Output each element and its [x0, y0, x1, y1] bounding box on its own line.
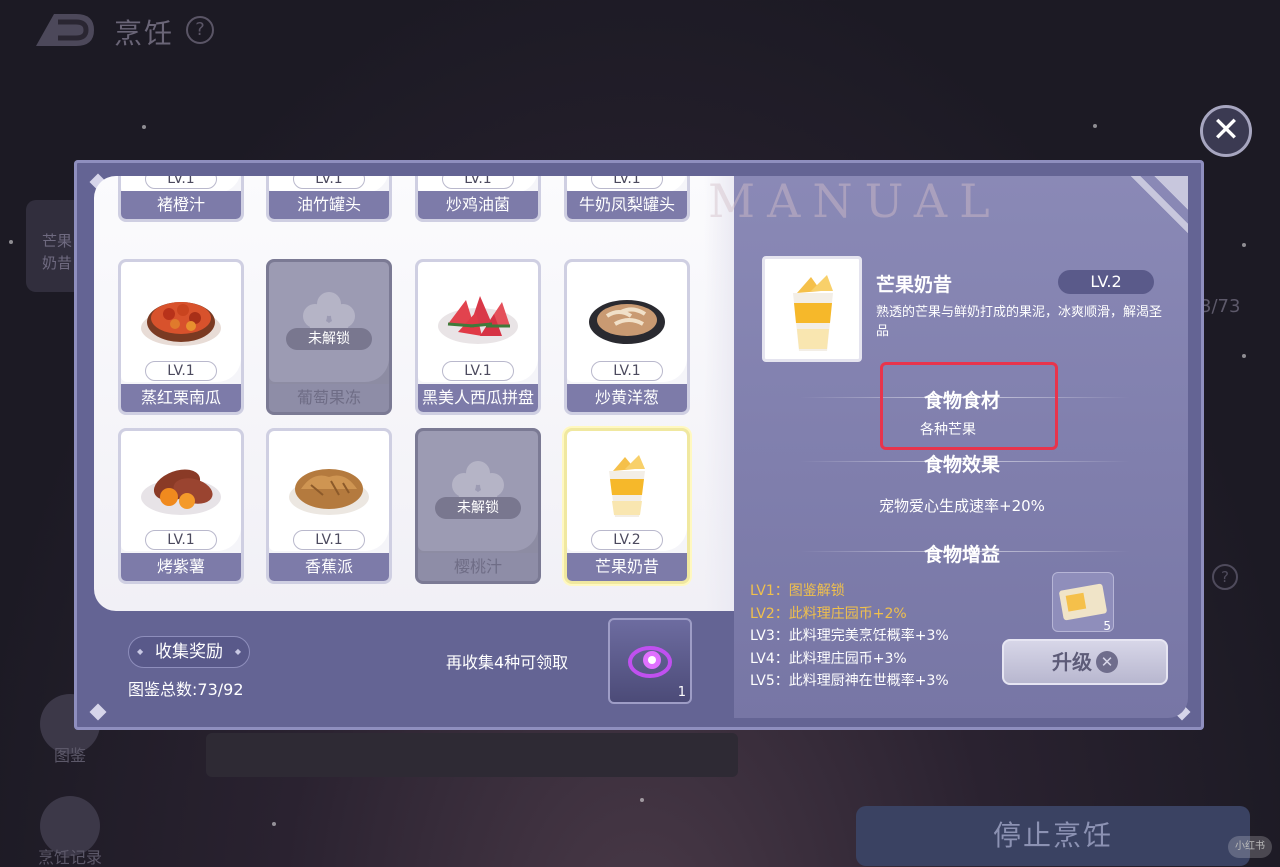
level-buff-line: LV2：此料理庄园币+2% — [750, 605, 907, 622]
level-buff-line: LV3：此料理完美烹饪概率+3% — [750, 628, 949, 644]
recipe-name: 香蕉派 — [269, 553, 389, 581]
recipe-level: LV.1 — [145, 361, 217, 381]
star — [1093, 124, 1097, 128]
level-buff-line: LV4：此料理庄园币+3% — [750, 650, 907, 667]
recipe-grid[interactable]: LV.1 褚橙汁 LV.1 油竹罐头 LV.1 炒鸡油菌 LV.1 牛奶凤梨罐头… — [94, 176, 734, 611]
recipe-level: LV.1 — [442, 176, 514, 189]
recipe-level: LV.2 — [591, 530, 663, 550]
fried-onion-dish-icon — [589, 300, 665, 344]
recipe-card[interactable]: LV.1 香蕉派 — [266, 428, 392, 584]
mango-milkshake-icon — [609, 455, 645, 517]
back-icon[interactable] — [34, 12, 96, 48]
locked-badge: 未解锁 — [286, 328, 372, 350]
recipe-card[interactable]: LV.1 炒黄洋葱 — [564, 259, 690, 415]
recipe-name: 樱桃汁 — [418, 553, 538, 581]
collection-hint: 再收集4种可领取 — [446, 653, 569, 672]
highlight-box — [880, 362, 1058, 450]
recipe-name: 蒸红栗南瓜 — [121, 384, 241, 412]
recipe-level: LV.1 — [591, 176, 663, 189]
upgrade-label: 升级 — [1052, 650, 1092, 674]
recipe-card[interactable]: LV.1 蒸红栗南瓜 — [118, 259, 244, 415]
recipe-card[interactable]: LV.1 炒鸡油菌 — [415, 176, 541, 222]
recipe-level: LV.1 — [591, 361, 663, 381]
level-buff-line: LV1：图鉴解锁 — [750, 583, 845, 599]
watermark: 小红书 — [1228, 836, 1272, 858]
purple-orb-icon — [628, 646, 672, 678]
recipe-name: 烤紫薯 — [121, 553, 241, 581]
star — [640, 798, 644, 802]
recipe-card-locked[interactable]: 未解锁 樱桃汁 — [415, 428, 541, 584]
upgrade-material-item[interactable]: 5 — [1052, 572, 1114, 633]
chestnut-pumpkin-dish-icon — [141, 302, 221, 346]
corner-stripe — [1116, 176, 1188, 240]
upgrade-material-count: 5 — [1103, 619, 1111, 633]
locked-badge: 未解锁 — [435, 497, 521, 519]
recipe-level: LV.1 — [145, 530, 217, 550]
buff-title: 食物增益 — [923, 544, 1000, 566]
reward-count: 1 — [677, 685, 686, 700]
recipe-card[interactable]: LV.1 黑美人西瓜拼盘 — [415, 259, 541, 415]
recipe-card-locked[interactable]: 未解锁 葡萄果冻 — [266, 259, 392, 415]
recipe-card[interactable]: LV.1 烤紫薯 — [118, 428, 244, 584]
recipe-detail-image — [762, 256, 862, 362]
background-bar — [206, 733, 738, 777]
recipe-detail-level: LV.2 — [1058, 270, 1154, 294]
handbook-label: 图鉴 — [54, 746, 87, 765]
recipe-card[interactable]: LV.1 牛奶凤梨罐头 — [564, 176, 690, 222]
recipe-name: 芒果奶昔 — [567, 553, 687, 581]
recipe-level: LV.1 — [145, 176, 217, 189]
close-button[interactable]: ✕ — [1200, 105, 1252, 157]
collection-reward-item[interactable]: 1 — [608, 618, 692, 704]
collection-reward-label: 收集奖励 — [128, 636, 250, 668]
watermelon-platter-icon — [438, 296, 518, 344]
upgrade-button[interactable]: 升级 ✕ — [1002, 639, 1168, 685]
manual-watermark: MANUAL — [708, 174, 1002, 228]
banana-pie-icon — [289, 469, 369, 515]
recipe-name: 油竹罐头 — [269, 191, 389, 219]
recipe-card[interactable]: LV.1 褚橙汁 — [118, 176, 244, 222]
recipe-name: 葡萄果冻 — [269, 384, 389, 412]
effect-value: 宠物爱心生成速率+20% — [879, 497, 1045, 515]
recipe-level: LV.1 — [442, 361, 514, 381]
cooking-record-label: 烹饪记录 — [38, 848, 103, 867]
recipe-name: 黑美人西瓜拼盘 — [418, 384, 538, 412]
background-collection-count: 3/73 — [1200, 296, 1241, 317]
star — [1242, 354, 1246, 358]
recipe-level: LV.1 — [293, 530, 365, 550]
recipe-detail-description: 熟透的芒果与鲜奶打成的果泥，冰爽顺滑，解渴圣品 — [876, 305, 1163, 339]
star — [1242, 243, 1246, 247]
help-icon[interactable]: ? — [186, 16, 214, 44]
stop-cooking-button[interactable]: 停止烹饪 — [856, 806, 1250, 866]
collection-total: 图鉴总数:73/92 — [128, 680, 244, 699]
star — [9, 240, 13, 244]
level-buff-line: LV5：此料理厨神在世概率+3% — [750, 673, 949, 689]
recipe-detail-name: 芒果奶昔 — [876, 274, 953, 296]
background-title: 烹饪 — [114, 17, 175, 50]
recipe-name: 炒黄洋葱 — [567, 384, 687, 412]
star — [142, 125, 146, 129]
unavailable-icon: ✕ — [1096, 651, 1118, 673]
baked-sweet-potato-icon — [141, 469, 221, 515]
recipe-name: 炒鸡油菌 — [418, 191, 538, 219]
level-buff-list: LV1：图鉴解锁 LV2：此料理庄园币+2% LV3：此料理完美烹饪概率+3% … — [750, 580, 949, 693]
recipe-level: LV.1 — [293, 176, 365, 189]
recipe-name: 褚橙汁 — [121, 191, 241, 219]
recipe-card-selected[interactable]: LV.2 芒果奶昔 — [564, 428, 690, 584]
effect-title: 食物效果 — [923, 454, 1000, 476]
recipe-name: 牛奶凤梨罐头 — [567, 191, 687, 219]
star — [272, 822, 276, 826]
recipe-card[interactable]: LV.1 油竹罐头 — [266, 176, 392, 222]
help-icon[interactable]: ? — [1212, 564, 1238, 590]
mango-milkshake-icon — [793, 275, 833, 351]
